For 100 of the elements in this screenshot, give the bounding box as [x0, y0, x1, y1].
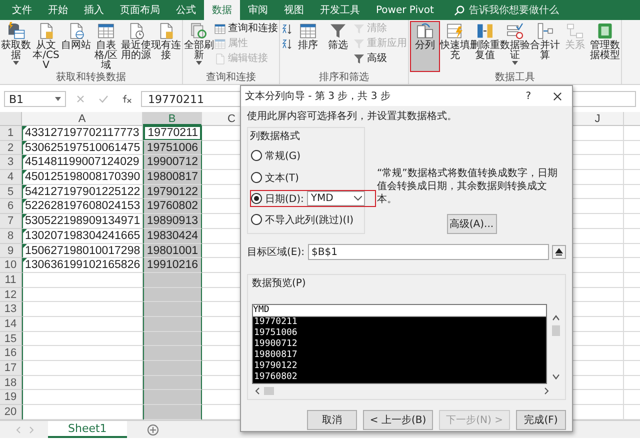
ribbon-tab[interactable]: 插入	[76, 0, 112, 20]
sheet-tab[interactable]: Sheet1	[48, 421, 127, 438]
ribbon-tab[interactable]: 文件	[4, 0, 40, 20]
table-cell: 19760802	[143, 199, 202, 214]
table-cell: 19900712	[143, 155, 202, 170]
radio-button[interactable]	[251, 214, 262, 225]
ribbon-button[interactable]: 快速填充	[440, 21, 470, 72]
ribbon-button[interactable]: 排序	[293, 21, 323, 72]
table-cell: 19800817	[143, 170, 202, 185]
link-document-icon	[214, 53, 226, 65]
ribbon-tab[interactable]: 公式	[168, 0, 204, 20]
table-cell: 433127197702117773	[22, 126, 143, 141]
ribbon-tab[interactable]: 页面布局	[112, 0, 168, 20]
help-button[interactable]: ?	[526, 90, 531, 102]
row-header[interactable]: 12	[0, 288, 22, 302]
row-header[interactable]: 18	[0, 376, 22, 390]
ribbon-button[interactable]: 自网站	[61, 21, 91, 72]
table-cell: 130207198304241665	[22, 228, 143, 244]
radio-label[interactable]: 文本(T)	[265, 170, 299, 184]
add-sheet-icon[interactable]	[146, 424, 159, 436]
ribbon-group-label: 排序和筛选	[318, 72, 370, 84]
row-header[interactable]: 10	[0, 258, 22, 273]
close-icon[interactable]	[553, 92, 562, 100]
row-header[interactable]: 20	[0, 405, 22, 420]
radio-button[interactable]	[251, 150, 262, 161]
name-box[interactable]: B1	[4, 91, 66, 107]
ribbon-tab[interactable]: 审阅	[240, 0, 276, 20]
ribbon-small-button[interactable]: 高级	[353, 53, 407, 65]
split-columns-icon	[416, 22, 434, 40]
ribbon-small-button[interactable]	[281, 38, 293, 50]
ribbon-button[interactable]: 删除重复值	[470, 21, 500, 72]
radio-button[interactable]	[251, 172, 262, 183]
advanced-filter-icon	[353, 53, 365, 65]
ribbon-button[interactable]: 最近使用的源	[121, 21, 151, 72]
radio-button[interactable]	[251, 193, 262, 204]
sort-descending-icon	[281, 38, 293, 50]
row-header[interactable]: 15	[0, 332, 22, 346]
ribbon-button[interactable]: 数据验证	[500, 21, 530, 72]
ribbon-button[interactable]: 合并计算	[530, 21, 560, 72]
destination-field[interactable]: $B$1	[308, 244, 549, 260]
column-header[interactable]: B	[143, 112, 202, 126]
table-cell: 19801001	[143, 244, 202, 258]
insert-function-icon[interactable]	[121, 94, 132, 104]
radio-label[interactable]: 日期(D):	[265, 192, 304, 206]
ribbon-group-label: 查询和连接	[205, 72, 257, 84]
row-header[interactable]: 3	[0, 155, 22, 170]
row-header[interactable]: 19	[0, 390, 22, 406]
preview-label: 数据预览(P)	[252, 277, 307, 290]
ribbon-small-button[interactable]	[281, 23, 293, 35]
preview-row-text: 19751006	[253, 328, 298, 339]
row-header[interactable]: 14	[0, 316, 22, 332]
table-cell: 450125198008170390	[22, 170, 143, 185]
collapse-dialog-icon[interactable]	[552, 245, 566, 259]
table-cell: 19890913	[143, 214, 202, 229]
ribbon-tab[interactable]: 视图	[276, 0, 312, 20]
ribbon-tab[interactable]: 数据	[204, 0, 240, 20]
data-model-icon	[596, 22, 614, 40]
row-header[interactable]: 17	[0, 361, 22, 376]
row-header[interactable]: 16	[0, 346, 22, 361]
ribbon-tab[interactable]: 开发工具	[312, 0, 368, 20]
dialog-button[interactable]: < 上一步(B)	[362, 410, 434, 430]
ribbon-button[interactable]: 从文本/CSV	[31, 21, 61, 72]
row-header[interactable]: 6	[0, 199, 22, 214]
row-header[interactable]: 2	[0, 140, 22, 156]
dialog-title: 文本分列向导 - 第 3 步，共 3 步	[245, 90, 392, 103]
row-header[interactable]: 13	[0, 302, 22, 317]
remove-duplicates-icon	[476, 22, 494, 40]
row-header[interactable]: 5	[0, 184, 22, 200]
data-preview-list[interactable]: YMD 19770211 19751006 19900712 19800817 19790122 19760802	[252, 304, 547, 384]
table-cell: 130636199102165826	[22, 258, 143, 273]
preview-row-text: 19770211	[253, 317, 298, 328]
dialog-button[interactable]: 完成(F)	[516, 410, 566, 430]
preview-row-text: 19900712	[253, 339, 298, 350]
row-header[interactable]: 11	[0, 272, 22, 288]
ribbon-button[interactable]: 获取数据	[1, 21, 31, 72]
ribbon-button[interactable]: 分列	[410, 21, 440, 72]
ribbon-button[interactable]: 管理数据模型	[590, 21, 620, 72]
row-header[interactable]: 7	[0, 214, 22, 229]
ribbon-small-button[interactable]: 查询和连接	[214, 23, 278, 35]
row-header[interactable]: 8	[0, 228, 22, 244]
ribbon-tab[interactable]: 开始	[40, 0, 76, 20]
radio-label[interactable]: 常规(G)	[265, 148, 301, 162]
enter-check-icon[interactable]	[98, 94, 109, 104]
table-cell: 19751006	[143, 140, 202, 156]
ribbon-button[interactable]: 现有连接	[151, 21, 181, 72]
ribbon-button[interactable]: 全部刷新	[184, 21, 214, 72]
ribbon-button[interactable]: 筛选	[323, 21, 353, 72]
row-header[interactable]: 4	[0, 170, 22, 185]
radio-label[interactable]: 不导入此列(跳过)(I)	[265, 212, 354, 226]
date-format-select[interactable]: YMD	[306, 191, 365, 206]
table-cell: 19770211	[143, 126, 202, 141]
table-cell: 530522198909134971	[22, 214, 143, 229]
row-header[interactable]: 1	[0, 126, 22, 141]
ribbon-tab[interactable]: Power Pivot	[368, 0, 442, 20]
advanced-button[interactable]: 高级(A)...	[446, 214, 496, 234]
dialog-button[interactable]: 取消	[306, 410, 357, 430]
row-header[interactable]: 9	[0, 244, 22, 258]
ribbon-button[interactable]: 自表格/区域	[91, 21, 121, 72]
dropdown-caret-icon	[55, 97, 61, 101]
tell-me-search-field[interactable]: 告诉我你想要做什么	[468, 4, 589, 16]
